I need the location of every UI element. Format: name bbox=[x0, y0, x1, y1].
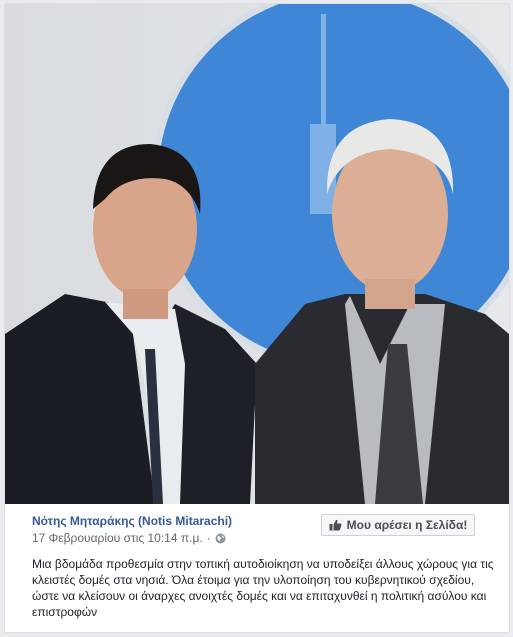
post-text-line: Μια βδομάδα προθεσμία στην τοπική αυτοδι… bbox=[32, 557, 494, 571]
thumbs-up-icon bbox=[329, 519, 342, 531]
meta-separator: · bbox=[206, 531, 211, 545]
page-name-link[interactable]: Νότης Μηταράκης (Notis Mitarachi) bbox=[32, 514, 232, 528]
like-page-label: Μου αρέσει η Σελίδα! bbox=[346, 518, 468, 532]
post-body-text: Μια βδομάδα προθεσμία στην τοπική αυτοδι… bbox=[32, 556, 502, 620]
like-page-button[interactable]: Μου αρέσει η Σελίδα! bbox=[321, 514, 475, 536]
post-photo-image bbox=[5, 4, 509, 504]
post-header: Νότης Μηταράκης (Notis Mitarachi) 17 Φεβ… bbox=[5, 504, 509, 554]
post-meta-row: 17 Φεβρουαρίου στις 10:14 π.μ. · bbox=[32, 531, 226, 545]
post-photo[interactable] bbox=[5, 4, 509, 504]
facebook-post-card: Νότης Μηταράκης (Notis Mitarachi) 17 Φεβ… bbox=[4, 3, 510, 633]
post-text-line: ώστε να κλείσουν οι άναρχες ανοιχτές δομ… bbox=[32, 589, 487, 603]
post-text-line: κλειστές δομές στα νησιά. Όλα έτοιμα για… bbox=[32, 573, 475, 587]
post-text-line: επιστροφών bbox=[32, 605, 98, 619]
globe-icon[interactable] bbox=[215, 533, 226, 544]
post-timestamp[interactable]: 17 Φεβρουαρίου στις 10:14 π.μ. bbox=[32, 531, 203, 545]
